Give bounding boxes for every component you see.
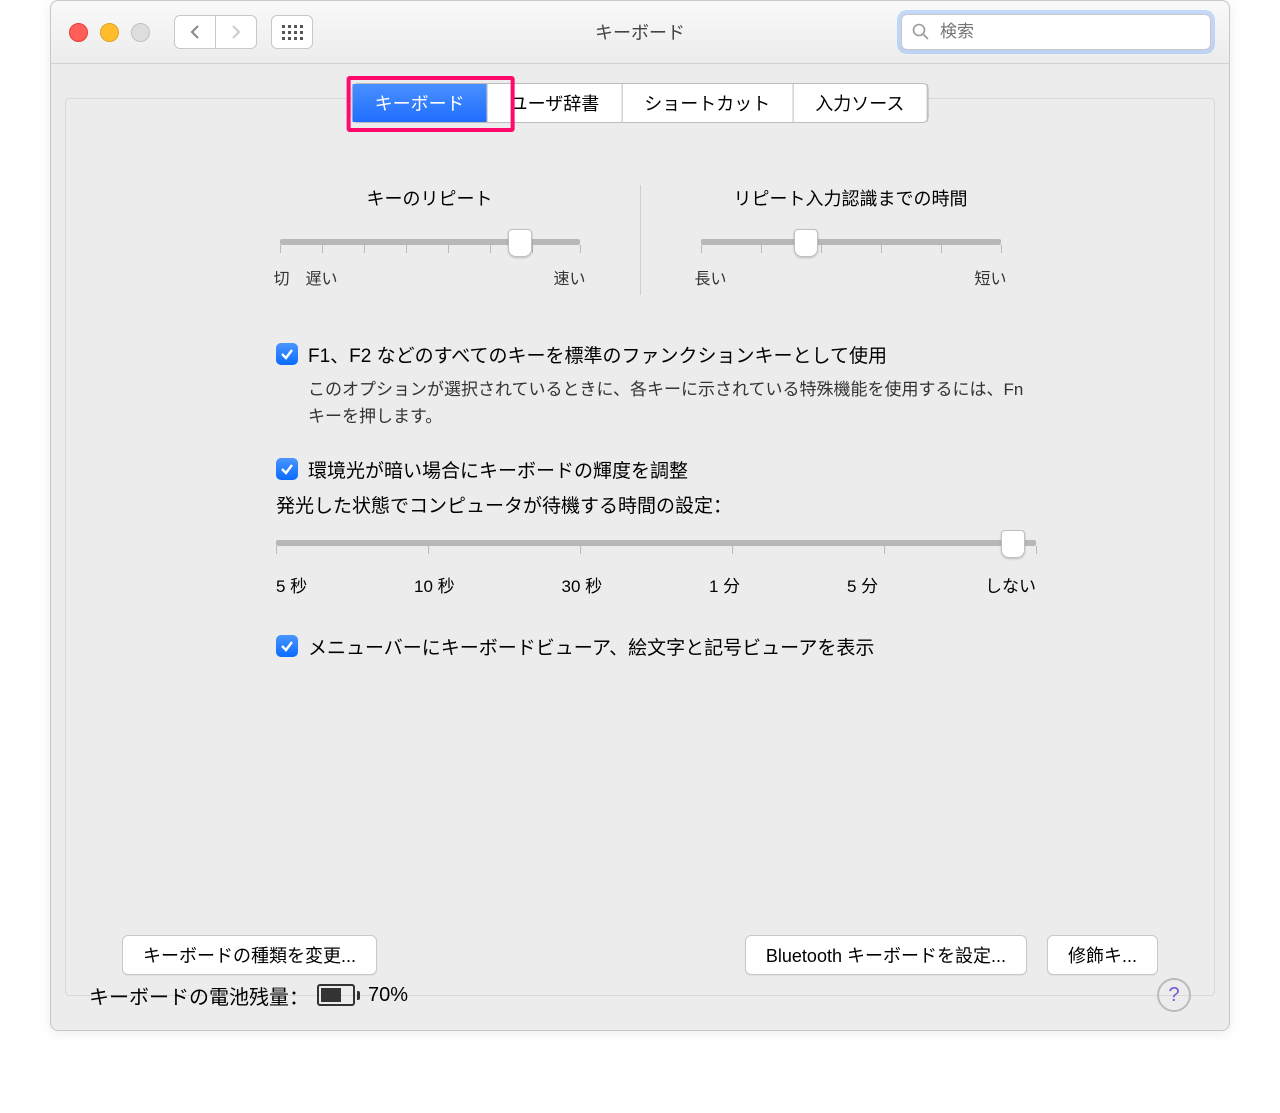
check-icon xyxy=(280,347,294,361)
change-keyboard-type-button[interactable]: キーボードの種類を変更... xyxy=(122,935,377,975)
wait-time-label: 発光した状態でコンピュータが待機する時間の設定： xyxy=(276,491,1036,518)
grid-icon xyxy=(282,25,303,40)
repeat-fast-label: 速い xyxy=(553,265,585,289)
battery-percent: 70% xyxy=(368,984,408,1007)
wait-30s: 30 秒 xyxy=(561,572,602,597)
check-icon xyxy=(280,639,294,653)
check-icon xyxy=(280,462,294,476)
preferences-window: キーボード キーボード ユーザ辞書 ショートカット 入力ソース キーのリピート xyxy=(50,0,1230,1031)
wait-5s: 5 秒 xyxy=(276,572,307,597)
tab-user-dictionary[interactable]: ユーザ辞書 xyxy=(488,84,623,122)
delay-thumb[interactable] xyxy=(794,229,818,257)
key-repeat-title: キーのリピート xyxy=(250,185,610,211)
show-all-button[interactable] xyxy=(271,15,313,49)
delay-section: リピート入力認識までの時間 長い 短い xyxy=(671,185,1031,295)
search-field[interactable] xyxy=(901,14,1211,50)
wait-never: しない xyxy=(985,572,1036,597)
fn-keys-label: F1、F2 などのすべてのキーを標準のファンクションキーとして使用 xyxy=(308,341,887,368)
search-input[interactable] xyxy=(938,21,1200,43)
delay-short-label: 短い xyxy=(974,265,1006,289)
fn-keys-checkbox[interactable] xyxy=(276,343,298,365)
main-panel: キーボード ユーザ辞書 ショートカット 入力ソース キーのリピート xyxy=(65,98,1215,996)
wait-time-slider[interactable] xyxy=(276,540,1036,546)
minimize-icon[interactable] xyxy=(100,23,119,42)
bluetooth-keyboard-button[interactable]: Bluetooth キーボードを設定... xyxy=(745,935,1027,975)
search-icon xyxy=(912,23,930,41)
show-viewer-checkbox[interactable] xyxy=(276,635,298,657)
help-button[interactable]: ? xyxy=(1157,978,1191,1012)
titlebar: キーボード xyxy=(51,1,1229,64)
tab-bar: キーボード ユーザ辞書 ショートカット 入力ソース xyxy=(352,83,929,123)
zoom-icon xyxy=(131,23,150,42)
modifier-keys-button[interactable]: 修飾キ... xyxy=(1047,935,1158,975)
slider-divider xyxy=(640,185,641,295)
tab-shortcuts[interactable]: ショートカット xyxy=(622,84,793,122)
traffic-lights xyxy=(69,23,150,42)
fn-keys-desc: このオプションが選択されているときに、各キーに示されている特殊機能を使用するには… xyxy=(308,376,1036,430)
delay-title: リピート入力認識までの時間 xyxy=(671,185,1031,211)
wait-time-thumb[interactable] xyxy=(1001,530,1025,558)
back-button[interactable] xyxy=(174,15,216,49)
key-repeat-slider[interactable] xyxy=(280,239,580,245)
wait-1m: 1 分 xyxy=(709,572,740,597)
battery-icon xyxy=(317,984,360,1006)
key-repeat-thumb[interactable] xyxy=(508,229,532,257)
wait-5m: 5 分 xyxy=(847,572,878,597)
tab-input-sources[interactable]: 入力ソース xyxy=(793,84,927,122)
wait-10s: 10 秒 xyxy=(414,572,455,597)
nav-buttons xyxy=(174,15,257,49)
battery-label: キーボードの電池残量： xyxy=(89,981,309,1010)
show-viewer-label: メニューバーにキーボードビューア、絵文字と記号ビューアを表示 xyxy=(308,633,874,660)
repeat-off-label: 切 xyxy=(274,265,290,289)
adjust-brightness-label: 環境光が暗い場合にキーボードの輝度を調整 xyxy=(308,456,688,483)
tab-keyboard[interactable]: キーボード xyxy=(353,84,488,122)
close-icon[interactable] xyxy=(69,23,88,42)
adjust-brightness-checkbox[interactable] xyxy=(276,458,298,480)
footer: キーボードの電池残量： 70% ? xyxy=(89,978,1191,1012)
delay-slider[interactable] xyxy=(701,239,1001,245)
forward-button[interactable] xyxy=(216,15,257,49)
repeat-slow-label: 遅い xyxy=(305,265,337,289)
key-repeat-section: キーのリピート 切 遅い 速い xyxy=(250,185,610,295)
delay-long-label: 長い xyxy=(695,265,727,289)
